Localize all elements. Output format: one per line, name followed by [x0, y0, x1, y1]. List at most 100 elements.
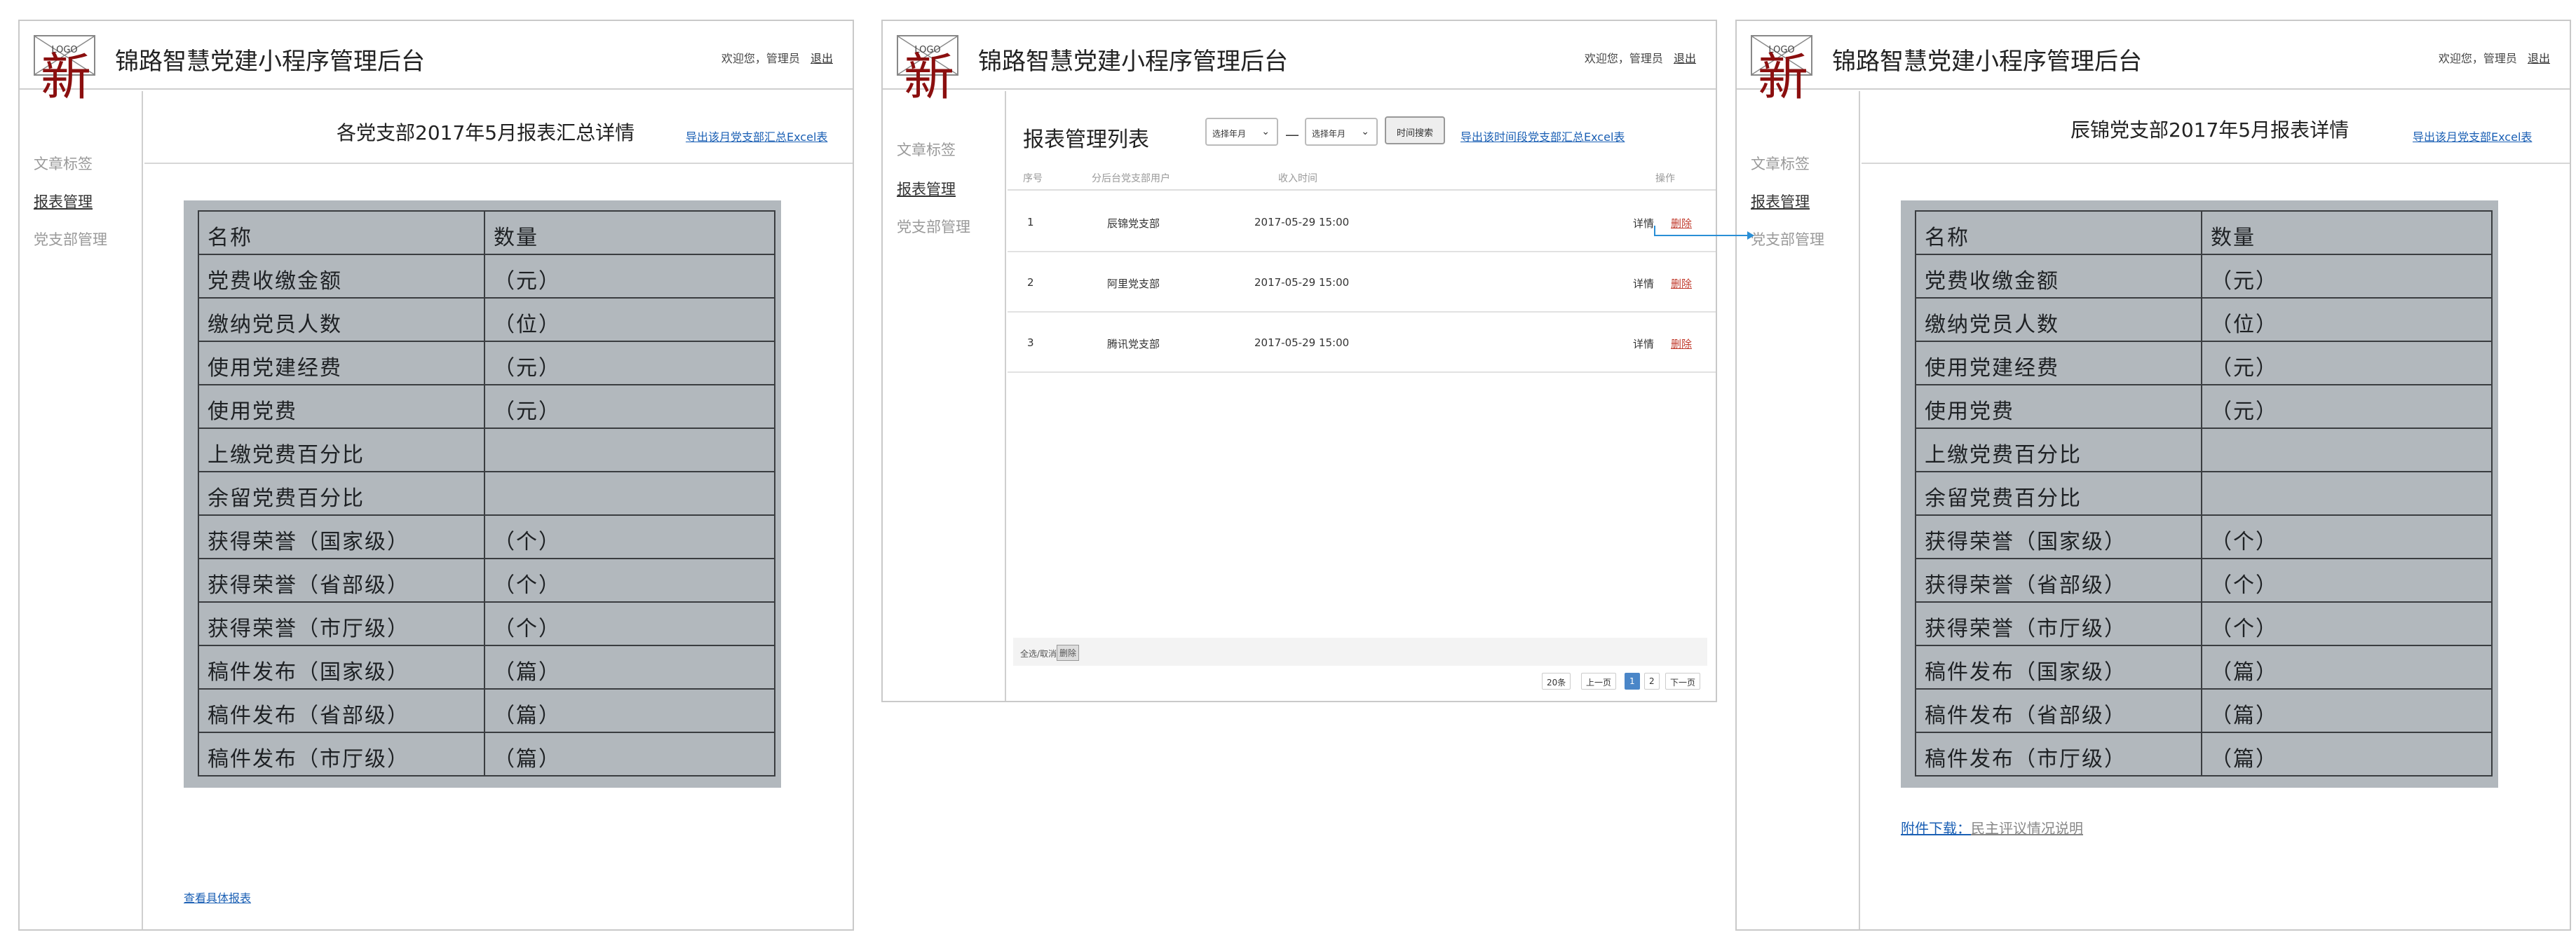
page-title: 辰锦党支部2017年5月报表详情	[2070, 118, 2350, 142]
month-select-end[interactable]: 选择年月 ⌄	[1305, 118, 1378, 146]
sidebar-item-article-tags[interactable]: 文章标签	[897, 139, 956, 160]
sidebar-item-reports[interactable]: 报表管理	[34, 191, 93, 212]
sidebar-item-article-tags[interactable]: 文章标签	[34, 153, 93, 174]
select-all-toggle[interactable]: 全选/取消	[1020, 648, 1057, 659]
content-area: 辰锦党支部2017年5月报表详情 导出该月党支部Excel表 名称 数量 党费收缴金…	[1862, 91, 2570, 929]
panel-summary: LOGO 新 锦路智慧党建小程序管理后台 欢迎您，管理员 退出 文章标签 报表管…	[18, 20, 854, 931]
report-table-row: 缴纳党员人数 （位）	[1916, 299, 2491, 342]
month-select-end-value: 选择年月	[1312, 129, 1346, 139]
attachment-file-link[interactable]: 民主评议情况说明	[1971, 820, 2083, 837]
table-row: 2 阿里党支部 2017-05-29 15:00 详情 删除	[1008, 252, 1716, 313]
welcome-text: 欢迎您，管理员	[2438, 52, 2517, 65]
sidebar: 文章标签 报表管理 党支部管理	[1737, 91, 1860, 929]
export-month-excel-link[interactable]: 导出该月党支部汇总Excel表	[686, 128, 827, 144]
report-table-row: 稿件发布（国家级） （篇）	[199, 646, 774, 690]
report-cell-unit: （元）	[494, 356, 561, 381]
sidebar-item-branches[interactable]: 党支部管理	[1751, 228, 1824, 249]
sidebar-item-reports[interactable]: 报表管理	[1751, 191, 1810, 212]
sidebar-item-article-tags[interactable]: 文章标签	[1751, 153, 1810, 174]
detail-link[interactable]: 详情	[1633, 216, 1654, 231]
sidebar-item-reports[interactable]: 报表管理	[897, 178, 956, 199]
table-row: 3 腾讯党支部 2017-05-29 15:00 详情 删除	[1008, 313, 1716, 373]
report-table-row: 获得荣誉（省部级） （个）	[199, 559, 774, 603]
bulk-delete-button[interactable]: 删除	[1057, 645, 1080, 661]
content-area: 各党支部2017年5月报表汇总详情 导出该月党支部汇总Excel表 名称 数量 党费…	[144, 91, 853, 929]
report-cell-unit: （元）	[2211, 356, 2278, 381]
user-area: 欢迎您，管理员 退出	[1585, 49, 1696, 66]
month-select-start-value: 选择年月	[1212, 129, 1247, 139]
report-cell-name: 稿件发布（市厅级）	[208, 747, 409, 772]
col-time: 收入时间	[1278, 173, 1317, 184]
sidebar-item-branches[interactable]: 党支部管理	[897, 216, 970, 237]
month-select-start[interactable]: 选择年月 ⌄	[1205, 118, 1278, 146]
chevron-down-icon: ⌄	[1261, 126, 1270, 137]
report-table-row: 缴纳党员人数 （位）	[199, 299, 774, 342]
view-detail-report-link[interactable]: 查看具体报表	[184, 889, 251, 905]
page-size[interactable]: 20条	[1542, 673, 1571, 690]
report-cell-unit: （元）	[2211, 399, 2278, 424]
detail-link[interactable]: 详情	[1633, 276, 1654, 291]
report-cell-unit: （个）	[2211, 530, 2278, 554]
chevron-down-icon: ⌄	[1361, 126, 1369, 137]
report-cell-name: 获得荣誉（市厅级）	[1925, 617, 2127, 641]
page-2[interactable]: 2	[1644, 673, 1660, 690]
report-table-row: 稿件发布（国家级） （篇）	[1916, 646, 2491, 690]
report-table-row: 余留党费百分比	[1916, 472, 2491, 516]
report-table-row: 获得荣誉（市厅级） （个）	[1916, 603, 2491, 646]
page-head: 各党支部2017年5月报表汇总详情 导出该月党支部汇总Excel表	[144, 91, 853, 164]
welcome-text: 欢迎您，管理员	[721, 52, 800, 65]
panel-report-list: LOGO 新 锦路智慧党建小程序管理后台 欢迎您，管理员 退出 文章标签 报表管…	[881, 20, 1717, 702]
prev-page-button[interactable]: 上一页	[1581, 673, 1617, 690]
export-range-excel-link[interactable]: 导出该时间段党支部汇总Excel表	[1460, 128, 1625, 144]
bulk-action-bar: 全选/取消 删除	[1013, 638, 1707, 666]
report-cell-name: 稿件发布（国家级）	[1925, 660, 2127, 685]
report-cell-name: 使用党建经费	[208, 356, 342, 381]
report-cell-unit: （元）	[2211, 269, 2278, 294]
report-cell-name: 余留党费百分比	[208, 486, 365, 511]
report-cell-unit: （篇）	[2211, 660, 2278, 685]
detail-link[interactable]: 详情	[1633, 336, 1654, 351]
report-cell-name: 稿件发布（省部级）	[208, 704, 409, 728]
report-table-row: 稿件发布（市厅级） （篇）	[199, 733, 774, 777]
report-cell-unit: （篇）	[2211, 747, 2278, 772]
list-title: 报表管理列表	[1023, 128, 1149, 152]
delete-link[interactable]: 删除	[1671, 216, 1692, 231]
report-cell-name: 使用党费	[208, 399, 297, 424]
report-cell-unit: （个）	[494, 530, 561, 554]
report-table-divider	[2201, 212, 2202, 775]
report-table-header: 名称 数量	[199, 212, 774, 255]
report-table-row: 使用党费 （元）	[199, 385, 774, 429]
logout-link[interactable]: 退出	[811, 52, 833, 65]
report-table-row: 稿件发布（市厅级） （篇）	[1916, 733, 2491, 777]
report-cell-name: 上缴党费百分比	[208, 443, 365, 467]
row-branch: 辰锦党支部	[1107, 217, 1160, 230]
report-table: 名称 数量 党费收缴金额 （元） 缴纳党员人数 （位） 使用党建经费 （元） 使用党费 （元） 上缴…	[1915, 210, 2493, 777]
report-cell-unit: （个）	[494, 573, 561, 598]
report-cell-name: 获得荣誉（市厅级）	[208, 617, 409, 641]
report-cell-unit: （位）	[494, 313, 561, 337]
report-cell-unit: （篇）	[494, 660, 561, 685]
delete-link[interactable]: 删除	[1671, 336, 1692, 351]
row-branch: 阿里党支部	[1107, 278, 1160, 290]
time-search-button[interactable]: 时间搜索	[1385, 116, 1445, 144]
report-cell-name: 名称	[208, 226, 252, 250]
row-no: 2	[1027, 276, 1034, 289]
row-time: 2017-05-29 15:00	[1254, 216, 1350, 228]
report-cell-unit: （篇）	[2211, 704, 2278, 728]
page-1[interactable]: 1	[1625, 673, 1640, 690]
logout-link[interactable]: 退出	[1674, 52, 1696, 65]
report-table-row: 使用党建经费 （元）	[199, 342, 774, 385]
report-cell-name: 获得荣誉（省部级）	[208, 573, 409, 598]
export-branch-excel-link[interactable]: 导出该月党支部Excel表	[2413, 128, 2532, 144]
sidebar-item-branches[interactable]: 党支部管理	[34, 228, 107, 249]
report-image: 名称 数量 党费收缴金额 （元） 缴纳党员人数 （位） 使用党建经费 （元） 使用党费 （元） 上缴…	[184, 200, 781, 788]
next-page-button[interactable]: 下一页	[1665, 673, 1701, 690]
report-cell-unit: （篇）	[494, 747, 561, 772]
logout-link[interactable]: 退出	[2528, 52, 2550, 65]
table-header: 序号 分后台党支部用户 收入时间 操作	[1008, 164, 1716, 191]
report-cell-unit: （篇）	[494, 704, 561, 728]
app-title: 锦路智慧党建小程序管理后台	[115, 48, 425, 76]
report-table-row: 党费收缴金额 （元）	[1916, 255, 2491, 299]
report-table-row: 获得荣誉（市厅级） （个）	[199, 603, 774, 646]
delete-link[interactable]: 删除	[1671, 276, 1692, 291]
